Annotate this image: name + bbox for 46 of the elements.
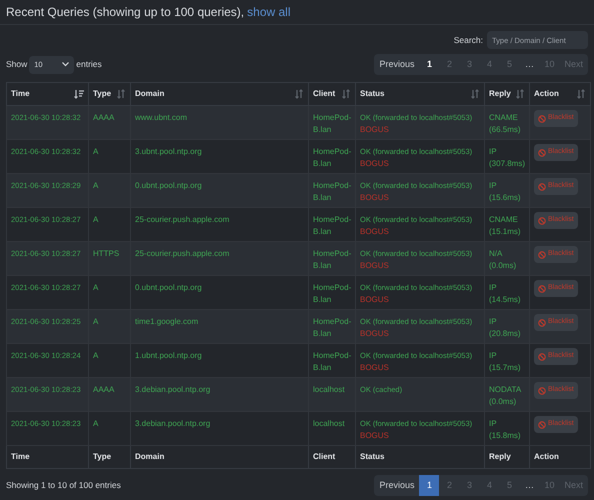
- ban-icon: [538, 182, 546, 190]
- page-button[interactable]: 1: [419, 475, 440, 496]
- ban-icon: [538, 318, 546, 326]
- column-footer: Type: [88, 446, 130, 468]
- bogus-label: BOGUS: [360, 328, 390, 340]
- show-all-link[interactable]: show all: [247, 3, 290, 21]
- column-footer: Action: [530, 446, 590, 468]
- page-button[interactable]: …: [519, 475, 540, 496]
- ban-icon: [538, 420, 546, 428]
- table-cell: A: [88, 412, 130, 446]
- chevron-down-icon: [62, 62, 70, 67]
- ban-icon: [538, 250, 546, 258]
- column-header[interactable]: Time: [6, 82, 88, 106]
- column-footer: Reply: [484, 446, 530, 468]
- search-label: Search:: [454, 34, 483, 46]
- column-header[interactable]: Domain: [130, 82, 308, 106]
- ban-icon: [538, 114, 546, 122]
- show-label: Show: [6, 58, 28, 71]
- column-footer: Client: [308, 446, 356, 468]
- ban-icon: [538, 284, 546, 292]
- ban-icon: [538, 216, 546, 224]
- bogus-label: BOGUS: [360, 158, 390, 170]
- previous-button[interactable]: Previous: [374, 475, 420, 496]
- bogus-label: BOGUS: [360, 226, 390, 238]
- bogus-label: BOGUS: [360, 294, 390, 306]
- page-button[interactable]: …: [519, 54, 540, 75]
- ban-icon: [538, 386, 546, 394]
- bogus-label: BOGUS: [360, 430, 390, 442]
- entries-label: entries: [76, 58, 102, 71]
- bogus-label: BOGUS: [360, 192, 390, 204]
- column-footer: Time: [6, 446, 88, 468]
- bogus-label: BOGUS: [360, 260, 390, 272]
- page-button[interactable]: 1: [419, 54, 440, 75]
- panel-title: Recent Queries (showing up to 100 queries),: [6, 4, 244, 21]
- previous-button[interactable]: Previous: [374, 54, 420, 75]
- column-footer: Domain: [130, 446, 308, 468]
- ban-icon: [538, 148, 546, 156]
- table-cell: 3.debian.pool.ntp.org: [130, 412, 308, 446]
- bogus-label: BOGUS: [360, 362, 390, 374]
- table-cell: IP (15.8ms): [484, 412, 530, 446]
- bogus-label: BOGUS: [360, 124, 390, 136]
- entries-info: Showing 1 to 10 of 100 entries: [6, 479, 121, 492]
- table-cell: localhost: [308, 412, 356, 446]
- column-header[interactable]: Status: [356, 82, 484, 106]
- ban-icon: [538, 352, 546, 360]
- column-footer: Status: [356, 446, 484, 468]
